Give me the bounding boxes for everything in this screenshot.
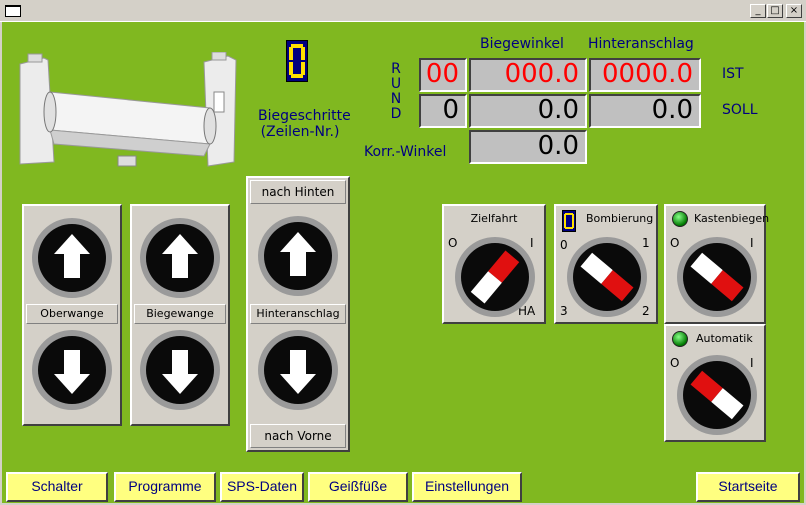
biegewinkel-ist-display: 000.0	[469, 58, 587, 92]
window-titlebar: _ □ ×	[0, 0, 806, 22]
minimize-button[interactable]: _	[750, 4, 766, 18]
nav-einstellungen-button[interactable]: Einstellungen	[412, 472, 522, 502]
oberwange-label: Oberwange	[26, 304, 118, 324]
main-panel: Biegeschritte (Zeilen-Nr.) R U N D Biege…	[2, 22, 804, 503]
bombierung-label: Bombierung	[586, 212, 654, 225]
korr-winkel-label: Korr.-Winkel	[364, 144, 447, 160]
rund-ist-display: 00	[419, 58, 467, 92]
rund-vertical-label: R U N D	[390, 62, 402, 122]
rotary-switch-icon	[677, 237, 757, 317]
rotary-switch-icon	[567, 237, 647, 317]
rund-letter: N	[390, 91, 402, 107]
biegewange-up-button[interactable]	[138, 216, 222, 300]
nav-geissfuesse-button[interactable]: Geißfüße	[308, 472, 408, 502]
steps-label: Biegeschritte (Zeilen-Nr.)	[258, 108, 351, 140]
automatik-selector[interactable]: Automatik O I	[664, 324, 766, 442]
row-ist-label: IST	[722, 66, 744, 82]
hinteranschlag-ist-display: 0000.0	[589, 58, 701, 92]
korr-winkel-display[interactable]: 0.0	[469, 130, 587, 164]
steps-digit-indicator	[286, 40, 308, 82]
automatik-label: Automatik	[696, 332, 753, 345]
nav-schalter-button[interactable]: Schalter	[6, 472, 108, 502]
biegewange-label: Biegewange	[134, 304, 226, 324]
automatik-status-led	[672, 331, 688, 347]
bombierung-digit-indicator	[562, 210, 576, 232]
rotary-switch-icon	[455, 237, 535, 317]
kastenbiegen-status-led	[672, 211, 688, 227]
bending-machine-image	[14, 52, 242, 170]
nav-startseite-button[interactable]: Startseite	[696, 472, 800, 502]
rund-letter: D	[390, 106, 402, 122]
biegewinkel-soll-display[interactable]: 0.0	[469, 94, 587, 128]
kastenbiegen-label: Kastenbiegen	[694, 212, 770, 225]
nach-vorne-label: nach Vorne	[250, 424, 346, 448]
close-button[interactable]: ×	[786, 4, 802, 18]
kastenbiegen-selector[interactable]: Kastenbiegen O I	[664, 204, 770, 324]
hinteranschlag-down-button[interactable]	[256, 328, 340, 412]
nav-sps-daten-button[interactable]: SPS-Daten	[220, 472, 304, 502]
steps-label-line2: (Zeilen-Nr.)	[260, 124, 340, 140]
rund-letter: U	[390, 76, 402, 92]
hinteranschlag-label: Hinteranschlag	[250, 304, 346, 324]
hinteranschlag-panel: nach Hinten Hinteranschlag nach Vorne	[246, 176, 350, 452]
biegewange-down-button[interactable]	[138, 328, 222, 412]
zielfahrt-label: Zielfahrt	[470, 212, 518, 225]
oberwange-up-button[interactable]	[30, 216, 114, 300]
biegewange-panel: Biegewange	[130, 204, 230, 426]
maximize-button[interactable]: □	[767, 4, 783, 18]
hinteranschlag-soll-display[interactable]: 0.0	[589, 94, 701, 128]
rund-soll-display[interactable]: 0	[419, 94, 467, 128]
nav-programme-button[interactable]: Programme	[114, 472, 216, 502]
col-hinteranschlag: Hinteranschlag	[588, 36, 694, 52]
nach-hinten-label: nach Hinten	[250, 180, 346, 204]
oberwange-panel: Oberwange	[22, 204, 122, 426]
app-icon	[5, 5, 21, 17]
steps-label-line1: Biegeschritte	[258, 108, 351, 124]
row-soll-label: SOLL	[722, 102, 758, 118]
rund-letter: R	[391, 61, 401, 77]
col-biegewinkel: Biegewinkel	[480, 36, 564, 52]
rotary-switch-icon	[677, 355, 757, 435]
zielfahrt-selector[interactable]: Zielfahrt O I HA	[442, 204, 546, 324]
bombierung-selector[interactable]: Bombierung 0 1 3 2	[554, 204, 658, 324]
hinteranschlag-up-button[interactable]	[256, 214, 340, 298]
oberwange-down-button[interactable]	[30, 328, 114, 412]
